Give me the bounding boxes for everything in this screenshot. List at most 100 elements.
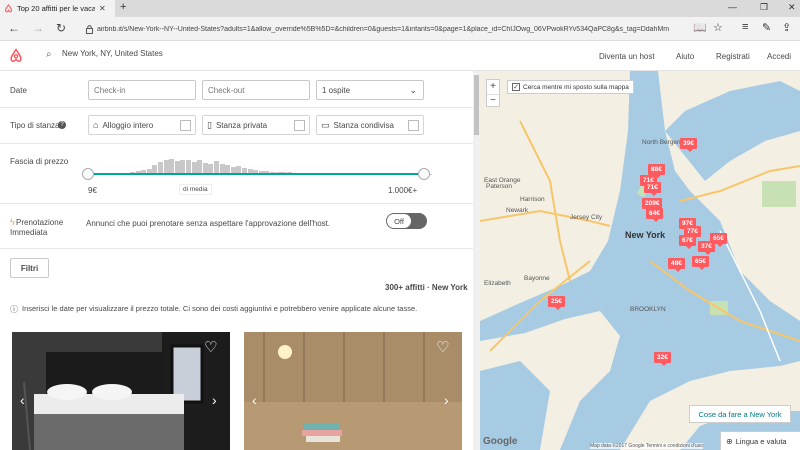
- price-slider-track: [88, 173, 424, 175]
- divider: [0, 107, 473, 108]
- lightning-icon: ϟ: [10, 217, 15, 227]
- new-tab-icon[interactable]: +: [120, 1, 126, 13]
- close-tab-icon[interactable]: ✕: [99, 4, 106, 13]
- room-type-private[interactable]: ▯ Stanza privata: [202, 115, 310, 135]
- instant-book-label-1: Prenotazione: [16, 218, 64, 227]
- scrollbar-thumb[interactable]: [474, 75, 479, 135]
- map[interactable]: + − ✓ Cerca mentre mi sposto sulla mappa…: [480, 71, 800, 450]
- map-place-label: New York: [625, 230, 666, 240]
- refresh-icon[interactable]: ↻: [56, 21, 66, 35]
- price-pin[interactable]: 39€: [680, 138, 697, 152]
- search-icon: ⌕: [46, 49, 52, 60]
- address-bar: ← → ↻ airbnb.it/s/New-York--NY--United-S…: [0, 17, 800, 41]
- toggle-knob: Off: [387, 214, 411, 228]
- filters-button[interactable]: Filtri: [10, 258, 49, 278]
- photo-prev-icon[interactable]: ‹: [252, 392, 257, 408]
- room-type-shared[interactable]: ▭ Stanza condivisa: [316, 115, 424, 135]
- close-window-icon[interactable]: ✕: [788, 2, 796, 13]
- things-to-do-button[interactable]: Cose da fare a New York: [689, 405, 791, 423]
- price-label: Fascia di prezzo: [10, 157, 69, 166]
- nav-become-host[interactable]: Diventa un host: [599, 52, 655, 61]
- price-pin[interactable]: 32€: [654, 352, 671, 366]
- room-type-entire-label: Alloggio intero: [102, 120, 154, 130]
- wishlist-heart-icon[interactable]: ♡: [204, 338, 217, 356]
- language-currency-button[interactable]: ⊕ Lingua e valuta: [720, 431, 800, 450]
- room-type-entire-checkbox[interactable]: [180, 120, 191, 131]
- house-icon: ⌂: [93, 120, 99, 130]
- back-icon[interactable]: ←: [8, 21, 20, 35]
- hub-icon[interactable]: ≡: [742, 21, 748, 33]
- photo-prev-icon[interactable]: ‹: [20, 392, 25, 408]
- results-count: 300+ affitti · New York: [385, 283, 468, 292]
- lock-icon: [86, 24, 93, 34]
- help-icon[interactable]: ?: [58, 121, 66, 129]
- move-search-label: Cerca mentre mi sposto sulla mappa: [523, 83, 629, 91]
- nav-login[interactable]: Accedi: [767, 52, 791, 61]
- globe-icon: ⊕: [726, 436, 733, 446]
- price-histogram: [90, 157, 432, 174]
- browser-tab[interactable]: Top 20 affitti per le vaca ✕: [0, 0, 115, 17]
- price-min-handle[interactable]: [82, 168, 94, 180]
- map-background: [480, 71, 800, 450]
- sofa-icon: ▭: [321, 119, 330, 130]
- map-attribution: Map data ©2017 Google Termini e condizio…: [590, 443, 703, 449]
- guests-select[interactable]: 1 ospite ⌄: [316, 80, 424, 100]
- listing-photo: [244, 332, 462, 450]
- price-min-label: 9€: [88, 186, 97, 195]
- price-pin[interactable]: 88€: [648, 164, 665, 178]
- map-place-label: Paterson: [486, 183, 513, 190]
- histogram-bar: [169, 158, 175, 174]
- listing-photo: [12, 332, 230, 450]
- checkout-input[interactable]: [202, 80, 310, 100]
- tab-title: Top 20 affitti per le vaca: [17, 4, 95, 13]
- move-search-checkbox[interactable]: ✓: [512, 83, 520, 91]
- room-type-shared-checkbox[interactable]: [408, 120, 419, 131]
- price-max-handle[interactable]: [418, 168, 430, 180]
- checkin-input[interactable]: [88, 80, 196, 100]
- forward-icon[interactable]: →: [32, 21, 44, 35]
- room-type-shared-label: Stanza condivisa: [333, 120, 394, 130]
- maximize-icon[interactable]: ❐: [760, 2, 768, 13]
- room-type-private-checkbox[interactable]: [294, 120, 305, 131]
- url-text: airbnb.it/s/New-York--NY--United-States?…: [96, 25, 670, 33]
- price-pin[interactable]: 64€: [646, 208, 663, 222]
- nav-signup[interactable]: Registrati: [716, 52, 750, 61]
- divider: [0, 248, 473, 249]
- map-place-label: Elizabeth: [484, 280, 511, 287]
- price-max-label: 1.000€+: [388, 186, 418, 195]
- share-icon[interactable]: ⇪: [782, 21, 791, 34]
- map-place-label: East Orange: [484, 177, 521, 184]
- move-search-control[interactable]: ✓ Cerca mentre mi sposto sulla mappa: [507, 80, 634, 94]
- results-panel: Date 1 ospite ⌄ Tipo di stanza ? ⌂ Allog…: [0, 71, 473, 450]
- histogram-bar: [163, 160, 169, 174]
- map-place-label: BROOKLYN: [630, 306, 666, 313]
- price-pin[interactable]: 48€: [668, 258, 685, 272]
- price-pin[interactable]: 25€: [548, 296, 565, 310]
- dates-label: Date: [10, 86, 27, 95]
- divider: [0, 143, 473, 144]
- photo-next-icon[interactable]: ›: [212, 392, 217, 408]
- listing-card[interactable]: ♡ ‹ ›: [12, 332, 230, 450]
- minimize-icon[interactable]: —: [728, 2, 737, 12]
- price-pin[interactable]: 37€: [698, 241, 715, 255]
- room-type-entire[interactable]: ⌂ Alloggio intero: [88, 115, 196, 135]
- favorite-star-icon[interactable]: ☆: [713, 21, 723, 34]
- histogram-bar: [180, 159, 186, 174]
- zoom-in-button[interactable]: +: [487, 80, 499, 94]
- photo-next-icon[interactable]: ›: [444, 392, 449, 408]
- price-pin[interactable]: 67€: [679, 235, 696, 249]
- price-pin[interactable]: 65€: [692, 256, 709, 270]
- location-search-input[interactable]: [62, 49, 362, 58]
- reading-view-icon[interactable]: 📖: [693, 21, 707, 34]
- price-pin[interactable]: 71€: [644, 182, 661, 196]
- airbnb-logo-icon[interactable]: [9, 48, 23, 63]
- url-field[interactable]: airbnb.it/s/New-York--NY--United-States?…: [86, 21, 686, 37]
- instant-book-toggle[interactable]: Off: [386, 213, 427, 229]
- wishlist-heart-icon[interactable]: ♡: [436, 338, 449, 356]
- nav-help[interactable]: Aiuto: [676, 52, 694, 61]
- listing-card[interactable]: ♡ ‹ ›: [244, 332, 462, 450]
- map-place-label: Jersey City: [570, 214, 603, 221]
- zoom-out-button[interactable]: −: [487, 94, 499, 107]
- map-place-label: Bayonne: [524, 275, 550, 282]
- notes-icon[interactable]: ✎: [762, 21, 771, 34]
